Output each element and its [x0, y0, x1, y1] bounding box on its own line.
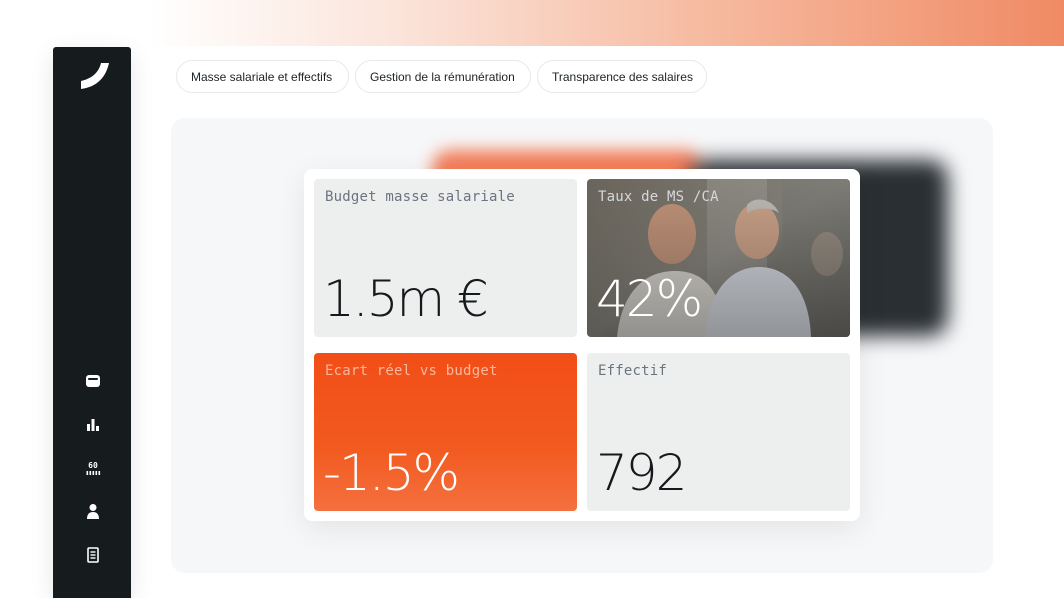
user-icon[interactable]: [84, 502, 102, 520]
kpi-card-taux[interactable]: Taux de MS /CA 42%: [587, 179, 850, 337]
kpi-value: 42%: [596, 270, 703, 328]
document-icon[interactable]: [84, 546, 102, 564]
counter-icon-glyph: 60: [88, 461, 98, 470]
kpi-card-budget[interactable]: Budget masse salariale 1.5m €: [314, 179, 577, 337]
kpi-label: Budget masse salariale: [325, 189, 515, 205]
bar-chart-icon[interactable]: [84, 415, 102, 433]
top-gradient-banner: [0, 0, 1064, 46]
counter-icon[interactable]: 60: [84, 459, 102, 477]
brand-logo-icon[interactable]: [79, 61, 111, 91]
kpi-value: 792: [596, 444, 687, 502]
tab-bar: Masse salariale et effectifs Gestion de …: [176, 60, 707, 93]
kpi-card-effectif[interactable]: Effectif 792: [587, 353, 850, 511]
kpi-label: Effectif: [598, 363, 668, 379]
kpi-value: -1.5%: [323, 444, 460, 502]
sidebar: 60: [53, 47, 131, 598]
kpi-card-ecart[interactable]: Ecart réel vs budget -1.5%: [314, 353, 577, 511]
kpi-panel: Budget masse salariale 1.5m € Taux de MS…: [304, 169, 860, 521]
kpi-label: Ecart réel vs budget: [325, 363, 498, 379]
kpi-value: 1.5m €: [323, 270, 489, 328]
tab-transparence-salaires[interactable]: Transparence des salaires: [537, 60, 707, 93]
tab-masse-salariale[interactable]: Masse salariale et effectifs: [176, 60, 349, 93]
wallet-icon[interactable]: [84, 372, 102, 390]
kpi-label: Taux de MS /CA: [598, 189, 719, 205]
tab-gestion-remuneration[interactable]: Gestion de la rémunération: [355, 60, 531, 93]
